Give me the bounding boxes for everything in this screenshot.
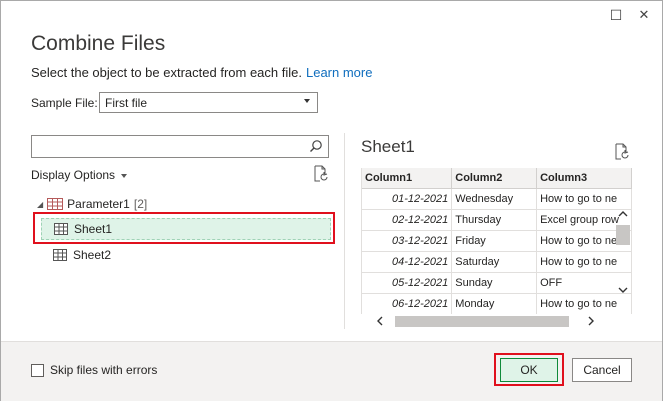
table-row: 01-12-2021 Wednesday How to go to ne [362,188,632,210]
search-icon [310,140,322,152]
vertical-scroll-thumb[interactable] [616,225,630,245]
column-header[interactable]: Column2 [451,168,538,189]
table-cell: 04-12-2021 [362,251,453,273]
sheet1-highlight-box [33,212,335,244]
table-row: 06-12-2021 Monday How to go to ne [362,293,632,314]
table-cell: Monday [451,293,538,314]
combine-files-dialog: ☐ ✕ Combine Files Select the object to b… [0,0,663,401]
parameter-count: [2] [133,197,148,211]
table-row: 03-12-2021 Friday How to go to ne [362,230,632,252]
table-cell: 06-12-2021 [362,293,453,314]
preview-table: Column1 Column2 Column3 01-12-2021 Wedne… [361,168,632,314]
close-icon: ✕ [638,7,650,22]
sample-file-dropdown[interactable]: First file [99,92,318,113]
refresh-preview-button[interactable] [614,143,630,161]
table-row: 04-12-2021 Saturday How to go to ne [362,251,632,273]
table-cell: Sunday [451,272,538,294]
close-button[interactable]: ✕ [635,6,653,24]
display-options-menu[interactable]: Display Options [31,168,128,182]
ok-button[interactable]: OK [500,358,558,382]
caret-down-icon [121,173,128,178]
dialog-subtitle: Select the object to be extracted from e… [31,65,372,80]
sample-file-label: Sample File: [31,96,98,110]
sample-file-value: First file [105,96,147,110]
vertical-scrollbar[interactable] [615,205,631,299]
skip-errors-label: Skip files with errors [50,363,158,377]
folder-grid-icon [47,198,64,210]
skip-errors-checkbox[interactable] [31,363,44,377]
table-row: 02-12-2021 Thursday Excel group row [362,209,632,231]
table-icon [53,249,67,261]
refresh-navigator-button[interactable] [313,165,329,183]
tree-item-sheet2[interactable]: Sheet2 [41,245,343,265]
subtitle-text: Select the object to be extracted from e… [31,65,302,80]
parameter-name: Parameter1 [67,197,130,211]
table-cell: 01-12-2021 [362,188,453,210]
refresh-icon [314,165,328,182]
table-cell: Thursday [451,209,538,231]
panel-divider [344,133,345,329]
table-row: 05-12-2021 Sunday OFF [362,272,632,294]
maximize-icon: ☐ [609,6,623,23]
maximize-button[interactable]: ☐ [607,6,625,24]
table-cell: 02-12-2021 [362,209,453,231]
table-cell: Friday [451,230,538,252]
learn-more-link[interactable]: Learn more [306,65,372,80]
skip-errors-option[interactable]: Skip files with errors [31,363,157,377]
scroll-arrows-icon [618,211,628,293]
table-cell: 03-12-2021 [362,230,453,252]
dialog-title: Combine Files [31,32,166,55]
refresh-icon [615,143,629,160]
column-header[interactable]: Column3 [536,168,632,189]
chevron-down-icon [304,99,310,103]
expand-triangle-icon: ◢ [37,199,44,209]
table-header-row: Column1 Column2 Column3 [362,168,632,189]
table-cell: Wednesday [451,188,538,210]
cancel-button[interactable]: Cancel [572,358,632,382]
tree-item-parameter1[interactable]: ◢ Parameter1 [2] [37,197,147,211]
column-header[interactable]: Column1 [362,168,453,189]
search-input[interactable] [31,135,329,158]
sheet2-label: Sheet2 [73,248,112,262]
preview-title: Sheet1 [361,137,415,156]
table-cell: Saturday [451,251,538,273]
horizontal-scroll-thumb[interactable] [395,316,569,327]
table-cell: 05-12-2021 [362,272,453,294]
display-options-label: Display Options [31,168,116,182]
